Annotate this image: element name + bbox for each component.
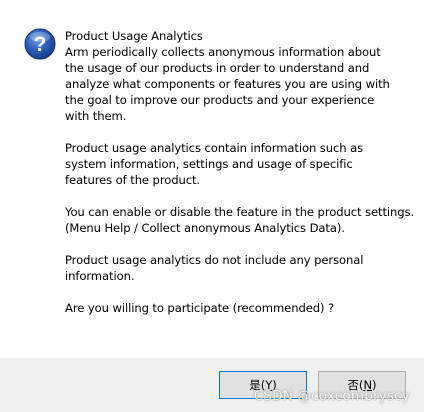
message-line: Product usage analytics contain informat… [65,141,364,155]
message-line: analyze what components or features you … [65,77,390,91]
question-icon: ? [24,28,56,60]
message-paragraph: Arm periodically collects anonymous info… [65,44,410,124]
message-paragraph: Are you willing to participate (recommen… [65,300,410,316]
message-line: (Menu Help / Collect anonymous Analytics… [65,221,345,235]
message-dialog: ? Product Usage Analytics Arm periodical… [0,0,424,412]
message-line: the goal to improve our products and you… [65,93,375,107]
message-line: You can enable or disable the feature in… [65,205,415,219]
message-line: with them. [65,109,127,123]
watermark: CSDN @coxcombryscy [253,388,410,404]
button-bar: 是(Y) 否(N) CSDN @coxcombryscy [0,358,424,412]
message-line: the usage of our products in order to un… [65,61,370,75]
message-line: features of the product. [65,173,201,187]
message-paragraph: You can enable or disable the feature in… [65,204,415,236]
message-paragraph: Product usage analytics do not include a… [65,252,410,284]
message-line: Are you willing to participate (recommen… [65,301,335,315]
svg-text:?: ? [34,33,47,56]
message-line: Arm periodically collects anonymous info… [65,45,381,59]
message-paragraph: Product usage analytics contain informat… [65,140,410,188]
message-line: Product usage analytics do not include a… [65,253,364,267]
message-line: information. [65,269,135,283]
dialog-message: Product Usage Analytics Arm periodically… [65,28,415,332]
message-line: system information, settings and usage o… [65,157,353,171]
dialog-content: ? Product Usage Analytics Arm periodical… [0,0,424,358]
dialog-title: Product Usage Analytics [65,29,203,43]
